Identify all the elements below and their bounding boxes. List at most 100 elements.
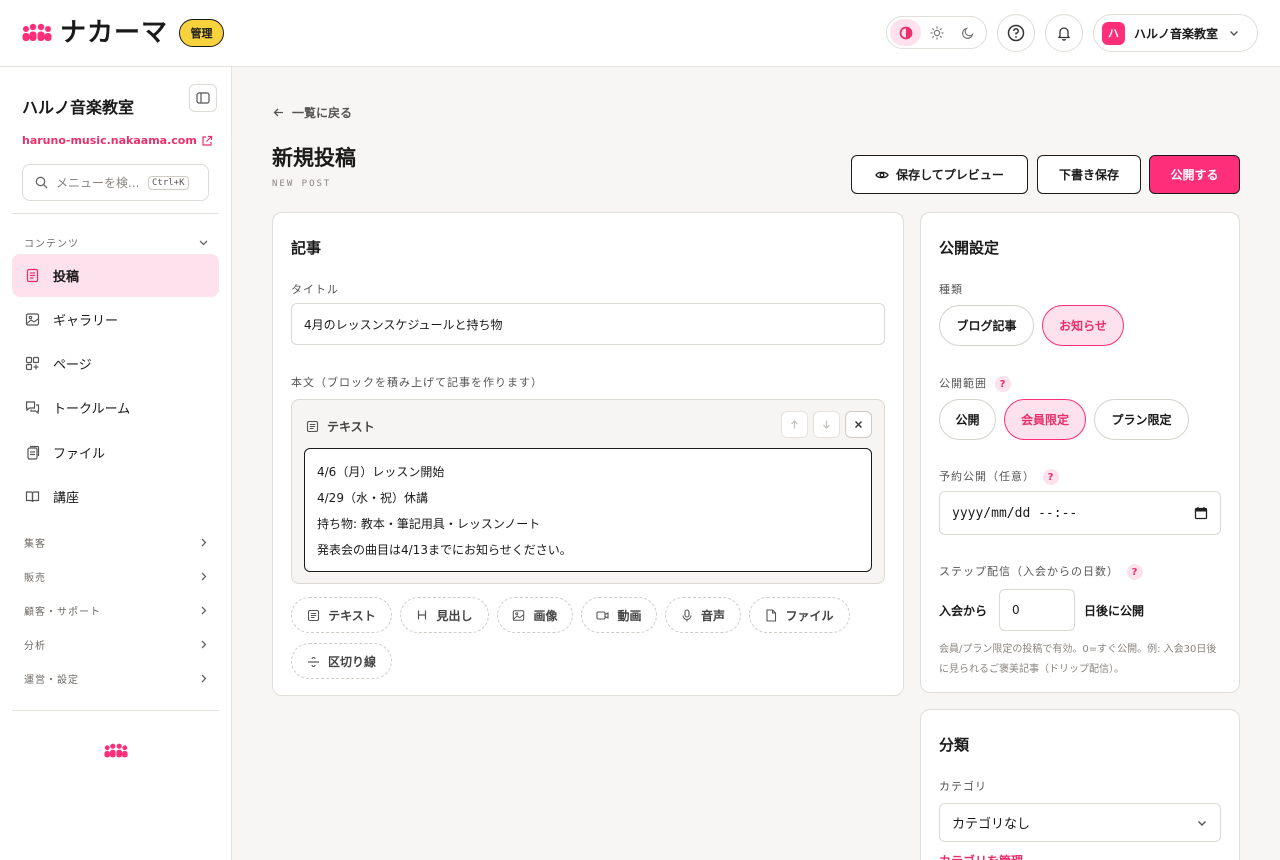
section-label: 集客 <box>24 539 46 550</box>
step-days-input[interactable] <box>999 589 1075 631</box>
help-icon[interactable]: ? <box>995 376 1011 392</box>
site-url-link[interactable]: haruno-music.nakaama.com <box>22 134 213 147</box>
help-icon[interactable]: ? <box>1127 564 1143 580</box>
remove-block-button[interactable] <box>845 411 872 438</box>
category-select[interactable]: カテゴリなし <box>939 803 1221 842</box>
sidebar-divider <box>12 213 219 214</box>
chip-label: 区切り線 <box>327 654 376 669</box>
scope-option-public[interactable]: 公開 <box>939 399 996 440</box>
sidebar-divider <box>12 710 219 711</box>
section-content[interactable]: コンテンツ <box>24 235 209 250</box>
scope-option-members[interactable]: 会員限定 <box>1004 399 1086 440</box>
chevron-right-icon <box>201 538 207 547</box>
sidebar-item-label: ページ <box>53 358 92 373</box>
eye-icon <box>875 171 889 178</box>
section-acquisition[interactable]: 集客 <box>24 535 209 550</box>
book-icon <box>25 491 40 503</box>
sidebar-item-gallery[interactable]: ギャラリー <box>12 298 219 341</box>
schedule-datetime-input[interactable]: yyyy/mm/dd --:-- <box>939 491 1221 535</box>
publish-button[interactable]: 公開する <box>1149 155 1240 194</box>
sidebar-item-files[interactable]: ファイル <box>12 431 219 474</box>
step-suffix: 日後に公開 <box>1084 604 1145 618</box>
dark-mode-button[interactable] <box>952 19 983 46</box>
section-label: 顧客・サポート <box>24 607 101 618</box>
shortcut-hint: Ctrl+K <box>148 175 189 190</box>
file-icon <box>766 608 777 622</box>
account-menu-button[interactable]: ハ ハルノ音楽教室 <box>1093 14 1258 52</box>
text-line: 発表会の曲目は4/13までにお知らせください。 <box>317 543 572 557</box>
schedule-label: 予約公開（任意） <box>939 470 1035 483</box>
section-label: 販売 <box>24 573 46 584</box>
article-card-title: 記事 <box>291 239 322 257</box>
account-name: ハルノ音楽教室 <box>1134 26 1219 41</box>
chevron-right-icon <box>201 674 207 683</box>
type-option-notice[interactable]: お知らせ <box>1042 305 1124 346</box>
add-audio-block-button[interactable]: 音声 <box>665 597 741 633</box>
search-icon <box>35 176 48 189</box>
add-file-block-button[interactable]: ファイル <box>749 597 850 633</box>
publish-settings-card <box>920 212 1240 693</box>
chip-label: テキスト <box>328 608 376 623</box>
sidebar-item-pages[interactable]: ページ <box>12 342 219 385</box>
menu-search-input[interactable] <box>56 175 148 190</box>
sidebar-item-talkroom[interactable]: トークルーム <box>12 386 219 429</box>
calendar-icon[interactable] <box>1194 506 1208 520</box>
sidebar-item-label: ギャラリー <box>53 314 119 329</box>
block-header: テキスト <box>306 418 375 435</box>
section-label: 分析 <box>24 641 46 652</box>
menu-search[interactable]: Ctrl+K <box>22 164 209 201</box>
section-operations-settings[interactable]: 運営・設定 <box>24 671 209 686</box>
section-customer-support[interactable]: 顧客・サポート <box>24 603 209 618</box>
block-text-area[interactable]: 4/6（月）レッスン開始 4/29（水・祝）休講 持ち物: 教本・筆記用具・レッ… <box>304 448 872 572</box>
button-label: 保存してプレビュー <box>896 168 1004 182</box>
button-label: 公開する <box>1170 168 1219 182</box>
site-url-text: haruno-music.nakaama.com <box>22 134 197 147</box>
section-sales[interactable]: 販売 <box>24 569 209 584</box>
scope-label: 公開範囲 <box>939 377 987 390</box>
add-heading-block-button[interactable]: 見出し <box>400 597 489 633</box>
page-title: 新規投稿 <box>272 146 356 170</box>
help-icon[interactable]: ? <box>1043 469 1059 485</box>
page-subtitle: NEW POST <box>272 179 332 189</box>
question-icon <box>1007 24 1025 42</box>
light-mode-button[interactable] <box>921 19 952 46</box>
save-and-preview-button[interactable]: 保存してプレビュー <box>851 155 1028 194</box>
chip-label: 画像 <box>533 608 558 623</box>
chip-label: 見出し <box>436 608 473 623</box>
theme-toggle <box>886 16 987 49</box>
add-divider-block-button[interactable]: 区切り線 <box>291 643 392 679</box>
manage-categories-link[interactable]: カテゴリを管理 <box>939 852 1023 860</box>
sidebar-item-courses[interactable]: 講座 <box>12 475 219 518</box>
close-icon <box>855 421 862 428</box>
sidebar-collapse-button[interactable] <box>189 84 217 112</box>
add-image-block-button[interactable]: 画像 <box>497 597 573 633</box>
title-input[interactable] <box>291 303 885 345</box>
site-name: ハルノ音楽教室 <box>22 98 135 117</box>
contrast-mode-button[interactable] <box>890 19 921 46</box>
classify-card-title: 分類 <box>939 736 970 754</box>
help-button[interactable] <box>997 14 1035 52</box>
move-down-button[interactable] <box>813 411 840 438</box>
type-option-blog[interactable]: ブログ記事 <box>939 305 1034 346</box>
sidebar-item-posts[interactable]: 投稿 <box>12 254 219 297</box>
move-up-button[interactable] <box>781 411 808 438</box>
notifications-button[interactable] <box>1045 14 1083 52</box>
section-analytics[interactable]: 分析 <box>24 637 209 652</box>
back-to-list-link[interactable]: 一覧に戻る <box>272 104 352 121</box>
add-text-block-button[interactable]: テキスト <box>291 597 392 633</box>
chevron-down-icon <box>1198 820 1206 826</box>
date-placeholder: yyyy/mm/dd --:-- <box>952 505 1078 521</box>
account-avatar: ハ <box>1102 21 1125 45</box>
brand-logo[interactable]: ナカーマ <box>22 20 168 46</box>
contrast-icon <box>899 26 912 39</box>
save-draft-button[interactable]: 下書き保存 <box>1037 155 1141 194</box>
sidebar-item-label: ファイル <box>53 447 106 462</box>
text-block-icon <box>306 420 319 433</box>
sidebar: ハルノ音楽教室 haruno-music.nakaama.com Ctrl+K … <box>0 67 232 860</box>
chevron-down-icon <box>1230 31 1239 36</box>
add-video-block-button[interactable]: 動画 <box>581 597 657 633</box>
scope-option-plan[interactable]: プラン限定 <box>1094 399 1189 440</box>
people-logo-icon <box>22 23 52 41</box>
chip-label: 音声 <box>700 608 725 623</box>
external-link-icon <box>202 135 212 146</box>
